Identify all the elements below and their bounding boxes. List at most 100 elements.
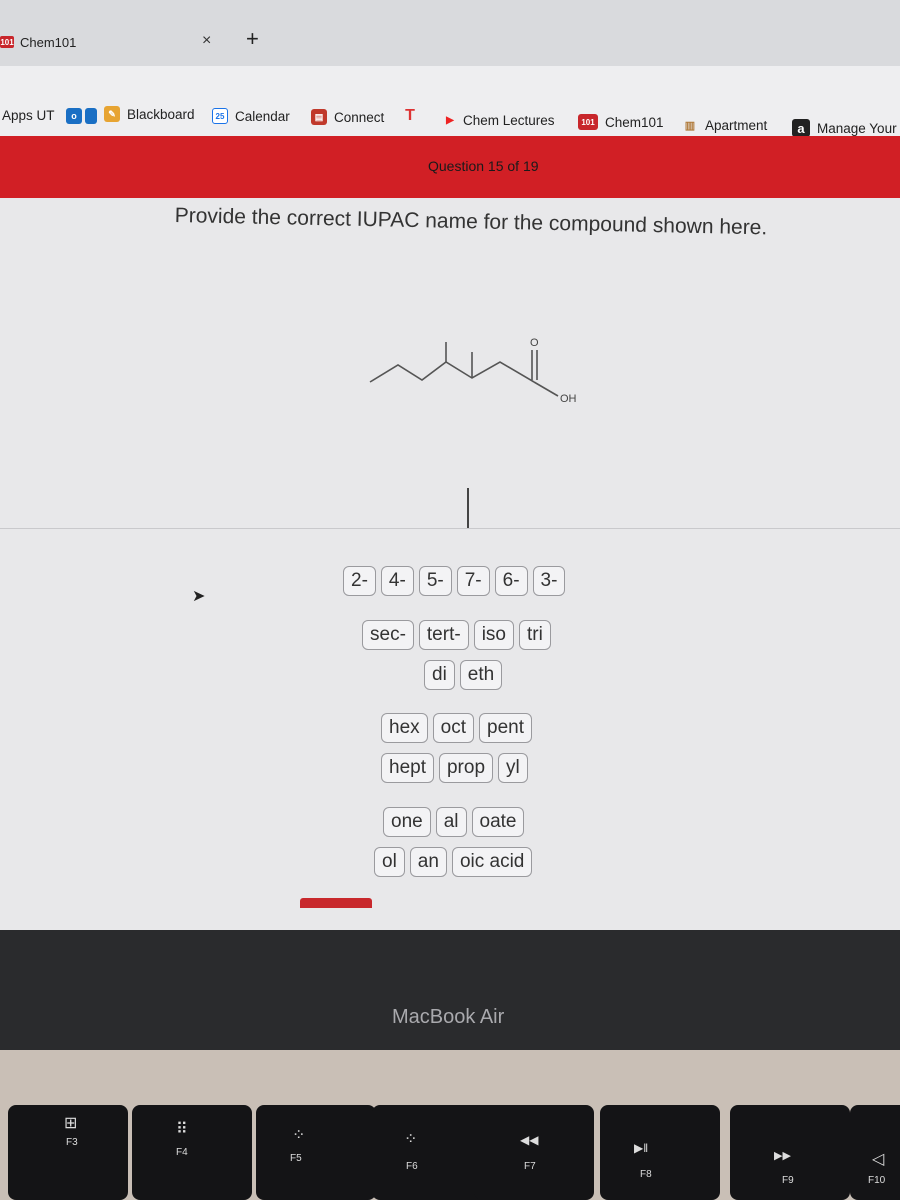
bookmark-chem101[interactable]: 101 Chem101 [578,114,664,130]
hydroxyl-bond [533,381,559,397]
key-f10[interactable]: ◁ F10 [850,1105,900,1200]
mouse-pointer-icon: ➤ [192,588,206,605]
connect-icon: ▤ [311,109,327,125]
suffix-tiles-row1: one al oate [383,807,525,837]
tile-an[interactable]: an [409,847,447,877]
key-label: F9 [782,1175,794,1186]
bookmark-blackboard[interactable]: ✎ Blackboard [104,106,195,122]
chem101-icon: 101 [578,114,598,130]
key-label: F4 [176,1147,188,1158]
hydroxyl-label: OH [560,393,577,405]
tile-locant-5[interactable]: 5- [418,566,452,596]
tile-one[interactable]: one [383,807,431,837]
tile-prop[interactable]: prop [438,753,494,783]
tile-locant-6[interactable]: 6- [494,566,528,596]
t-icon: T [405,107,415,124]
fast-forward-icon: ▶▶ [774,1150,791,1162]
key-f4[interactable]: ⠿ F4 [132,1105,252,1200]
main-chain [369,361,535,383]
tile-locant-4[interactable]: 4- [380,566,414,596]
bookmark-t[interactable]: T [402,107,425,124]
amazon-icon: a [792,119,810,137]
answer-cursor [467,488,469,528]
key-label: F5 [290,1153,302,1164]
bookmarks-bar: Apps UT o ✎ Blackboard 25 Calendar ▤ Connec… [0,66,900,137]
bookmark-amazon[interactable]: a Manage Your [792,119,897,137]
key-label: F10 [868,1175,886,1186]
suffix-tiles-row2: ol an oic acid [374,847,533,877]
bookmark-label: Calendar [235,108,290,124]
carbonyl-oxygen-label: O [530,337,539,349]
bookmark-outlook[interactable]: o [66,108,104,124]
laptop-brand-label: MacBook Air [392,1006,505,1028]
key-f9[interactable]: ▶▶ F9 [730,1105,850,1200]
launchpad-icon: ⠿ [176,1121,188,1138]
bookmark-label: Manage Your [817,120,897,136]
bookmark-label: Blackboard [127,106,195,122]
bookmark-label: Connect [334,109,385,125]
tile-hex[interactable]: hex [381,713,428,743]
tile-locant-7[interactable]: 7- [456,566,490,596]
mute-icon: ◁ [872,1151,885,1168]
tile-ol[interactable]: ol [374,847,405,877]
tile-hept[interactable]: hept [381,753,434,783]
chem101-tab-icon: 101 [0,36,14,48]
play-pause-icon: ▶‖ [634,1141,649,1155]
tile-oic-acid[interactable]: oic acid [451,847,533,877]
tile-iso[interactable]: iso [473,620,514,650]
rewind-icon: ◀◀ [520,1133,539,1147]
question-counter: Question 15 of 19 [428,158,539,174]
key-f5[interactable]: ⁘ F5 [256,1105,376,1200]
bookmark-chem-lectures[interactable]: ▶ Chem Lectures [444,112,555,128]
tile-tert[interactable]: tert- [418,620,469,650]
outlook-icon: o [66,108,82,124]
keyboard-brightness-down-icon: ⁘ [292,1127,306,1144]
root-tiles-row1: hex oct pent [381,713,532,743]
submit-button-partial[interactable] [300,898,372,908]
tile-di[interactable]: di [424,660,455,690]
bookmark-label: Apps UT [2,108,55,123]
bookmark-label: Chem101 [605,114,664,130]
tab-label: Chem101 [20,34,77,50]
root-tiles-row2: hept prop yl [381,753,528,783]
new-tab-button[interactable]: + [246,26,259,52]
key-label: F6 [406,1161,418,1172]
prefix-tiles: sec- tert- iso tri [362,620,551,650]
tile-yl[interactable]: yl [498,753,528,783]
molecule-structure: O OH [369,337,577,405]
tile-sec[interactable]: sec- [362,620,414,650]
apartment-icon: ▥ [684,119,696,132]
key-f7[interactable]: ◀◀ F7 [474,1105,594,1200]
tile-locant-2[interactable]: 2- [343,566,376,596]
bookmark-label: Apartment [705,117,768,133]
bookmark-apartment[interactable]: ▥ Apartment [682,117,767,133]
tile-oate[interactable]: oate [471,807,525,837]
answer-field[interactable] [0,528,900,529]
key-f8[interactable]: ▶‖ F8 [600,1105,720,1200]
screen: 101 Chem101 × + Apps UT o ✎ Blackboard 25… [0,0,900,930]
key-label: F7 [524,1161,536,1172]
key-label: F3 [66,1137,78,1148]
locant-tiles: 2- 4- 5- 7- 6- 3- [343,566,566,596]
tile-al[interactable]: al [435,807,467,837]
carbon-skeleton [369,342,559,397]
bookmark-label: Chem Lectures [463,112,555,128]
tile-pent[interactable]: pent [479,713,532,743]
mission-control-icon: ⊞ [64,1115,78,1132]
tile-eth[interactable]: eth [459,660,503,690]
bookmark-apps-ut[interactable]: Apps UT [2,108,55,123]
calendar-icon: 25 [212,108,228,124]
key-label: F8 [640,1169,652,1180]
bookmark-calendar[interactable]: 25 Calendar [212,108,290,124]
youtube-icon: ▶ [446,114,454,126]
tile-locant-3[interactable]: 3- [532,566,566,596]
question-prompt: Provide the correct IUPAC name for the c… [174,204,768,240]
tile-tri[interactable]: tri [518,620,551,650]
close-tab-icon[interactable]: × [202,32,211,50]
tile-oct[interactable]: oct [432,713,474,743]
tab-strip: 101 Chem101 × + [0,0,900,66]
blackboard-icon: ✎ [104,106,120,122]
bookmark-connect[interactable]: ▤ Connect [311,109,384,125]
key-f3[interactable]: ⊞ F3 [8,1105,128,1200]
browser-tab-chem101[interactable]: 101 Chem101 × [0,22,244,62]
